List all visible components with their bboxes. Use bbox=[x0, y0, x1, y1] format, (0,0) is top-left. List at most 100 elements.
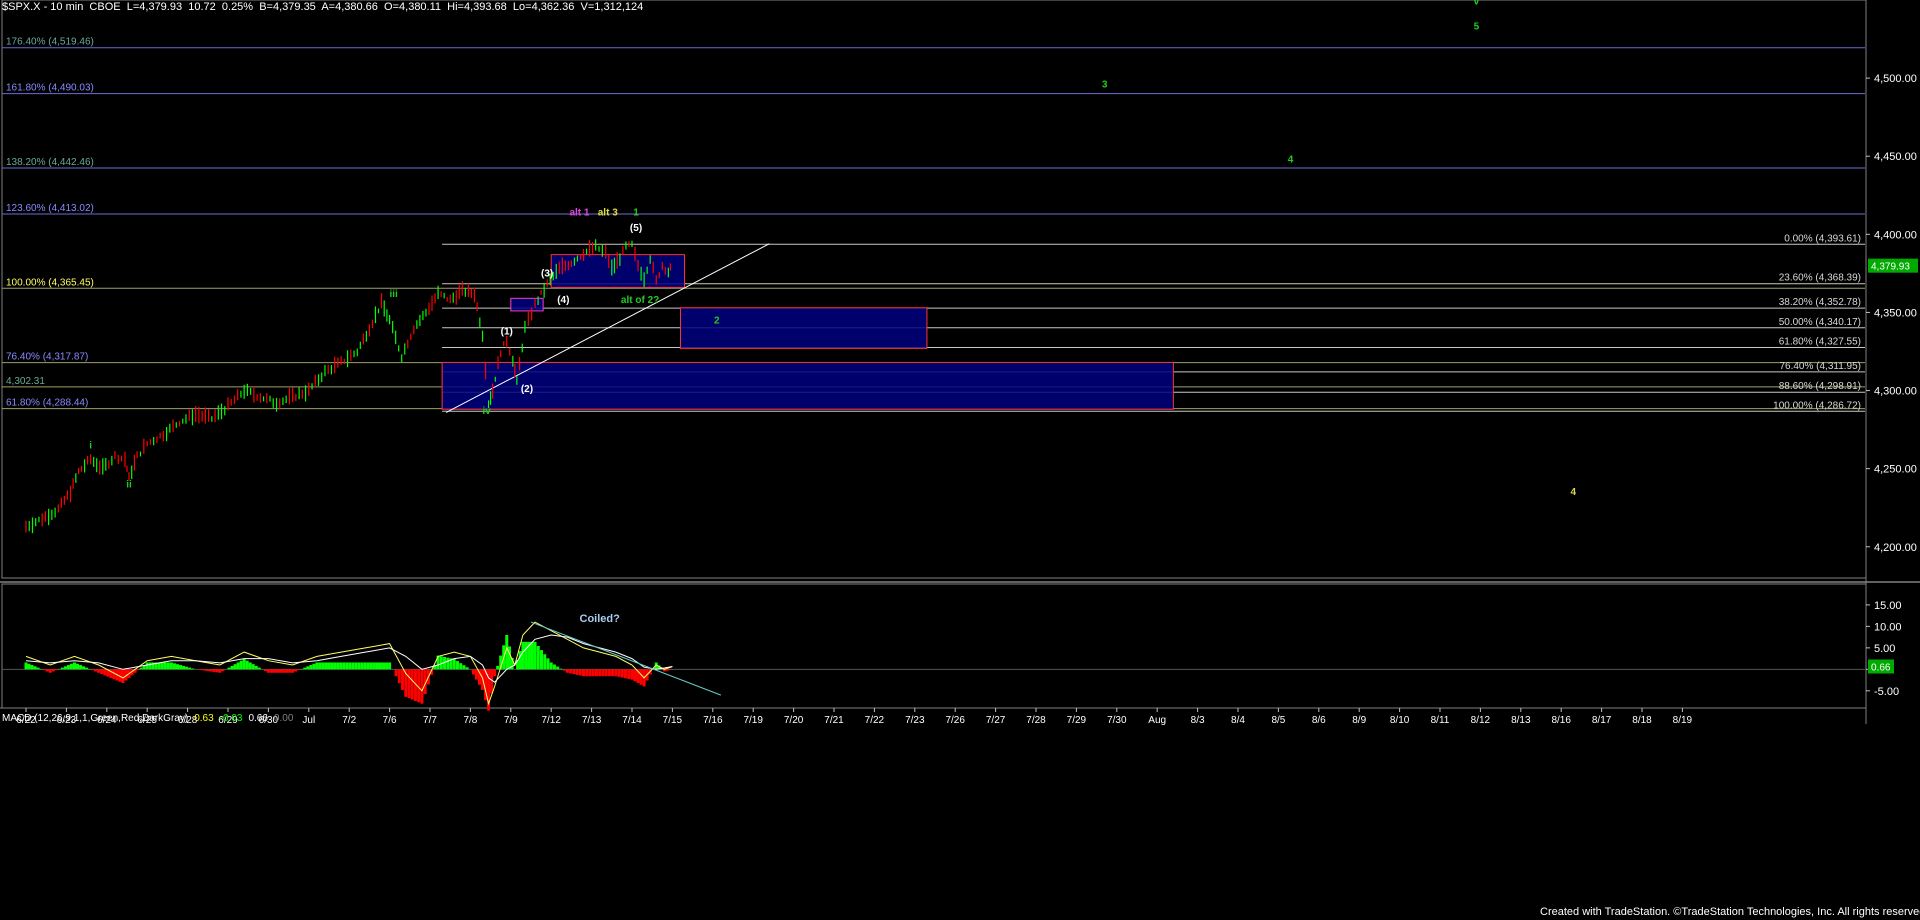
fib-retracement-label: 88.60% (4,298.91) bbox=[1779, 381, 1861, 392]
chart-canvas: 4,200.00 4,250.00 4,300.00 4,350.00 4,400.00… bbox=[0, 0, 1920, 726]
macd-annotation: Coiled? bbox=[580, 613, 621, 625]
pct-change: 0.25% bbox=[221, 1, 254, 13]
fib-retracement-label: 0.00% (4,393.61) bbox=[1784, 233, 1861, 244]
high-price: Hi=4,393.68 bbox=[447, 1, 507, 13]
open-price: O=4,380.11 bbox=[384, 1, 442, 13]
time-axis-label: 8/18 bbox=[1632, 715, 1652, 726]
time-axis-label: 7/30 bbox=[1107, 715, 1127, 726]
fib-extension-label: 76.40% (4,317.87) bbox=[6, 352, 88, 363]
time-axis-label: 7/15 bbox=[663, 715, 683, 726]
price-axis-label: 4,450.00 bbox=[1874, 151, 1917, 163]
macd-axis-label: -5.00 bbox=[1874, 686, 1899, 698]
time-axis-label: 7/2 bbox=[342, 715, 356, 726]
macd-axis-label: 15.00 bbox=[1874, 600, 1902, 612]
time-axis-label: 8/13 bbox=[1511, 715, 1531, 726]
wave-label: (1) bbox=[501, 326, 513, 337]
time-axis-label: 7/19 bbox=[743, 715, 763, 726]
macd-header: MACD (12,26,9,1,1,Green,Red,DarkGray) 0.6… bbox=[2, 713, 293, 724]
target-box bbox=[441, 361, 1174, 410]
time-axis-label: 8/9 bbox=[1352, 715, 1366, 726]
price-panel-frame bbox=[1, 0, 1867, 579]
price-axis-label: 4,250.00 bbox=[1874, 464, 1917, 476]
time-axis-label: 7/14 bbox=[622, 715, 642, 726]
wave-label: alt 1 bbox=[569, 208, 589, 219]
macd-axis-label: 5.00 bbox=[1874, 643, 1895, 655]
wave-label: alt of 2? bbox=[621, 295, 659, 306]
price-axis-label: 4,200.00 bbox=[1874, 542, 1917, 554]
time-axis-label: 7/8 bbox=[463, 715, 477, 726]
time-axis-label: 7/29 bbox=[1067, 715, 1087, 726]
time-axis-label: 7/12 bbox=[541, 715, 561, 726]
time-axis-label: 7/28 bbox=[1026, 715, 1046, 726]
wave-label: i bbox=[89, 440, 92, 451]
fib-retracement-label: 50.00% (4,340.17) bbox=[1779, 317, 1861, 328]
time-axis-label: 7/27 bbox=[986, 715, 1006, 726]
macd-panel-frame bbox=[1, 583, 1867, 709]
price-axis-label: 4,300.00 bbox=[1874, 386, 1917, 398]
fib-extension-label: 161.80% (4,490.03) bbox=[6, 83, 94, 94]
chart-header: $SPX.X - 10 min CBOE L=4,379.93 10.72 0.… bbox=[2, 1, 643, 13]
time-axis-label: 8/17 bbox=[1592, 715, 1612, 726]
wave-label: (4) bbox=[557, 295, 569, 306]
macd-zero-value: 0.00 bbox=[273, 713, 294, 724]
target-box bbox=[550, 254, 686, 288]
macd-trendline bbox=[530, 621, 722, 696]
time-axis-label: 7/13 bbox=[582, 715, 602, 726]
time-axis-label: 8/19 bbox=[1673, 715, 1693, 726]
net-change: 10.72 bbox=[188, 1, 216, 13]
wave-label: iv bbox=[482, 406, 491, 417]
low-price: Lo=4,362.36 bbox=[512, 1, 575, 13]
time-axis-label: 7/9 bbox=[504, 715, 518, 726]
time-axis-label: 8/16 bbox=[1551, 715, 1571, 726]
fib-extension-label: 138.20% (4,442.46) bbox=[6, 157, 94, 168]
fib-extension-label: 176.40% (4,519.46) bbox=[6, 37, 94, 48]
ask-price: A=4,380.66 bbox=[321, 1, 378, 13]
time-axis-label: 8/3 bbox=[1191, 715, 1205, 726]
price-axis-label: 4,500.00 bbox=[1874, 73, 1917, 85]
bid-price: B=4,379.35 bbox=[259, 1, 316, 13]
fib-extension-label: 123.60% (4,413.02) bbox=[6, 203, 94, 214]
wave-label: 2 bbox=[714, 315, 720, 326]
wave-label: (2) bbox=[521, 384, 533, 395]
wave-label: 1 bbox=[633, 208, 639, 219]
time-axis-label: 7/20 bbox=[784, 715, 804, 726]
wave-label: (5) bbox=[630, 223, 642, 234]
wave-label: (3) bbox=[541, 269, 553, 280]
macd-value-marker-label: 0.66 bbox=[1871, 662, 1891, 673]
macd-hist-value: 0.66 bbox=[248, 713, 268, 724]
wave-label: v bbox=[1474, 0, 1480, 8]
wave-label: alt 3 bbox=[598, 208, 618, 219]
last-price: L=4,379.93 bbox=[126, 1, 183, 13]
wave-label: 3 bbox=[1102, 79, 1108, 90]
time-axis-label: 7/22 bbox=[865, 715, 885, 726]
time-axis-label: 8/4 bbox=[1231, 715, 1245, 726]
target-box bbox=[679, 307, 928, 349]
time-axis-label: 8/5 bbox=[1271, 715, 1285, 726]
time-axis-label: 8/11 bbox=[1431, 715, 1450, 726]
volume: V=1,312,124 bbox=[580, 1, 644, 13]
wave-label: ii bbox=[126, 479, 132, 490]
time-axis-label: 8/12 bbox=[1471, 715, 1491, 726]
time-axis-label: 7/7 bbox=[423, 715, 437, 726]
fib-extension-label: 61.80% (4,288.44) bbox=[6, 398, 88, 409]
price-axis-label: 4,400.00 bbox=[1874, 229, 1917, 241]
time-axis-label: 8/6 bbox=[1312, 715, 1326, 726]
time-axis-label: 7/6 bbox=[383, 715, 397, 726]
fib-retracement-label: 38.20% (4,352.78) bbox=[1779, 297, 1861, 308]
time-axis-label: 7/23 bbox=[905, 715, 925, 726]
fib-extension-label: 100.00% (4,365.45) bbox=[6, 277, 94, 288]
time-axis-label: Aug bbox=[1148, 715, 1166, 726]
wave-label: 5 bbox=[1474, 22, 1480, 33]
macd-label: MACD (12,26,9,1,1,Green,Red,DarkGray) bbox=[2, 713, 189, 724]
time-axis-label: 8/10 bbox=[1390, 715, 1410, 726]
fib-retracement-label: 76.40% (4,311.95) bbox=[1779, 361, 1861, 372]
macd-axis-label: 10.00 bbox=[1874, 621, 1902, 633]
fib-retracement-label: 100.00% (4,286.72) bbox=[1773, 400, 1861, 411]
macd-value: 0.63 bbox=[194, 713, 214, 724]
time-axis-label: 7/26 bbox=[945, 715, 965, 726]
copyright-footer: Created with TradeStation. ©TradeStation… bbox=[1540, 906, 1920, 918]
price-axis-label: 4,350.00 bbox=[1874, 307, 1917, 319]
fib-retracement-label: 61.80% (4,327.55) bbox=[1779, 337, 1861, 348]
time-axis-label: Jul bbox=[302, 715, 315, 726]
time-axis-label: 7/21 bbox=[824, 715, 844, 726]
